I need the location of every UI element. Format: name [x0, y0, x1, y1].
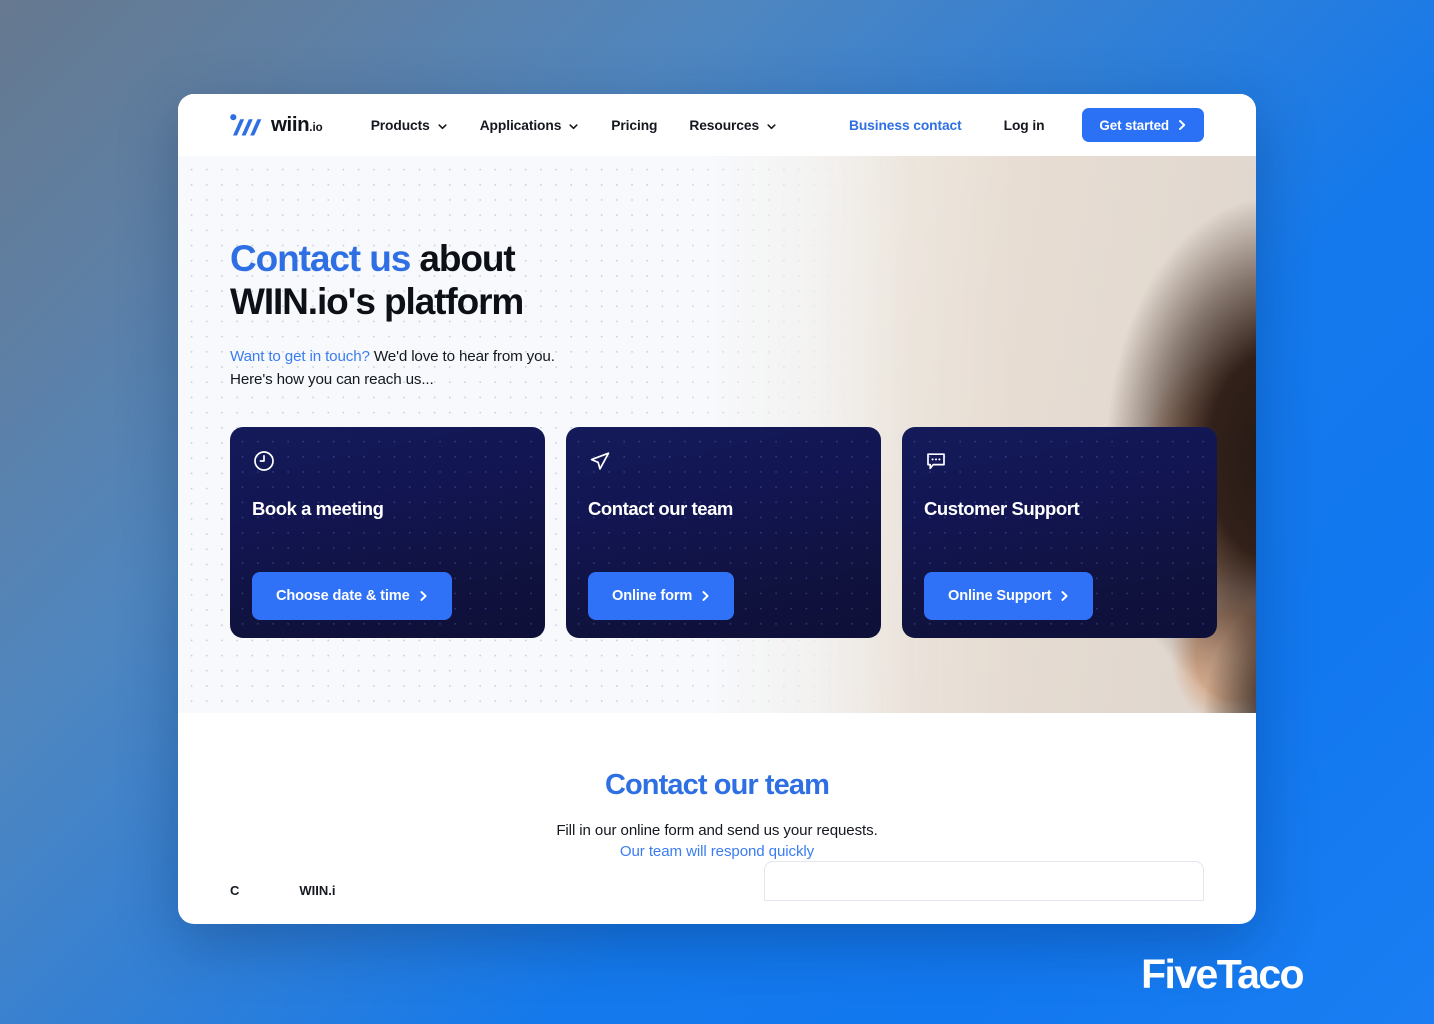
secondary-nav-actions: Business contact Log in Get started: [845, 108, 1204, 142]
card-title: Book a meeting: [252, 498, 384, 520]
online-form-button[interactable]: Online form: [588, 572, 735, 621]
nav-item-pricing[interactable]: Pricing: [595, 110, 673, 141]
form-label-1: C: [230, 883, 240, 898]
section-title: Contact our team: [604, 769, 830, 801]
hero-section: Contact us about WIIN.io's platform Want…: [178, 156, 1256, 713]
hero-subtitle-line2: Here's how you can reach us...: [230, 370, 434, 388]
chevron-right-icon: [701, 590, 710, 602]
contact-options-cards: Book a meeting Choose date & time Contac…: [178, 391, 1256, 639]
chevron-right-icon: [1060, 590, 1069, 602]
card-button-label: Choose date & time: [276, 588, 410, 605]
card-book-a-meeting[interactable]: Book a meeting Choose date & time: [230, 427, 545, 639]
hero-subtitle: Want to get in touch? We'd love to hear …: [230, 346, 700, 392]
chevron-down-icon: [568, 120, 579, 131]
wiin-logo-mark-icon: [230, 114, 264, 136]
page-title-accent: Contact us: [230, 238, 411, 279]
section-subtitle: Fill in our online form and send us your…: [556, 822, 878, 839]
card-customer-support[interactable]: Customer Support Online Support: [902, 427, 1217, 639]
contact-form-section: Contact our team Fill in our online form…: [178, 713, 1256, 901]
get-started-label: Get started: [1099, 117, 1169, 133]
choose-date-time-button[interactable]: Choose date & time: [252, 572, 452, 621]
nav-item-products-label: Products: [370, 117, 430, 133]
online-support-button[interactable]: Online Support: [924, 572, 1094, 621]
chevron-down-icon: [766, 120, 777, 131]
nav-item-resources[interactable]: Resources: [673, 110, 793, 141]
chevron-right-icon: [419, 590, 428, 602]
form-labels-partial: C WIIN.i: [230, 861, 336, 898]
card-title: Contact our team: [588, 498, 733, 520]
logo-wordmark: wiin .io: [271, 112, 323, 136]
business-contact-link[interactable]: Business contact: [845, 110, 966, 141]
chat-bubble-icon: [924, 449, 948, 473]
contact-form-row-partial: C WIIN.i: [178, 861, 1256, 901]
card-button-label: Online Support: [948, 588, 1052, 605]
clock-icon: [252, 449, 276, 473]
nav-item-applications[interactable]: Applications: [464, 110, 596, 141]
nav-item-products[interactable]: Products: [355, 110, 464, 141]
send-icon: [588, 449, 612, 473]
hero-subtitle-rest: We'd love to hear from you.: [369, 347, 555, 365]
section-subtitle-secondary: Our team will respond quickly: [619, 843, 815, 860]
primary-nav-links: Products Applications Pricing Resources: [355, 110, 793, 141]
form-label-2: WIIN.i: [299, 883, 336, 898]
card-contact-our-team[interactable]: Contact our team Online form: [566, 427, 881, 639]
nav-item-pricing-label: Pricing: [611, 117, 658, 133]
logo-tld: .io: [309, 121, 323, 134]
nav-item-applications-label: Applications: [479, 117, 562, 133]
hero-text-block: Contact us about WIIN.io's platform Want…: [178, 156, 1256, 391]
fivetaco-watermark: FiveTaco: [1141, 951, 1304, 997]
get-started-button[interactable]: Get started: [1082, 108, 1204, 142]
logo-name: wiin: [271, 112, 310, 136]
page-title: Contact us about WIIN.io's platform: [230, 238, 660, 324]
form-input-partial[interactable]: [764, 861, 1204, 901]
top-navigation-bar: wiin .io Products Applications Pricing Re…: [178, 94, 1256, 156]
card-button-label: Online form: [612, 588, 693, 605]
hero-subtitle-accent: Want to get in touch?: [230, 347, 370, 365]
log-in-link[interactable]: Log in: [1000, 110, 1049, 141]
chevron-right-icon: [1177, 119, 1187, 131]
card-title: Customer Support: [924, 498, 1080, 520]
website-page-card: wiin .io Products Applications Pricing Re…: [178, 94, 1256, 924]
nav-item-resources-label: Resources: [689, 117, 760, 133]
chevron-down-icon: [437, 120, 448, 131]
site-logo[interactable]: wiin .io: [230, 114, 323, 136]
